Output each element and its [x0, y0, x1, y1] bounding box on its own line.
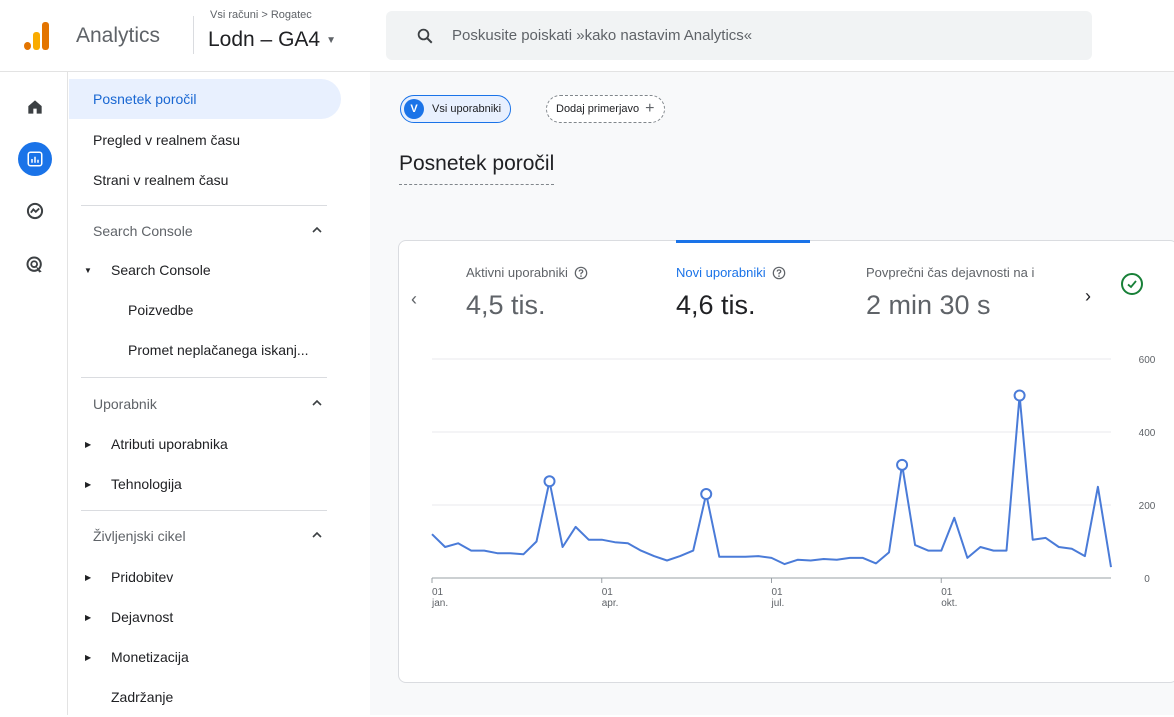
main-content: V Vsi uporabniki Dodaj primerjavo + Posn…: [370, 72, 1174, 715]
x-tick-month: jul.: [771, 598, 785, 609]
search-bar[interactable]: [386, 11, 1092, 60]
series-line-new-users: [431, 394, 1112, 568]
nav-item-reports-snapshot[interactable]: Posnetek poročil: [69, 79, 341, 119]
add-comparison-label: Dodaj primerjavo: [556, 103, 640, 115]
y-tick-label: 600: [1139, 355, 1156, 366]
nav-group-monetization[interactable]: ▶ Monetizacija: [69, 637, 341, 677]
y-tick-label: 0: [1144, 574, 1150, 585]
chip-badge: V: [404, 99, 424, 119]
page-title: Posnetek poročil: [399, 152, 555, 185]
chevron-up-icon: [311, 528, 323, 544]
section-user[interactable]: Uporabnik: [69, 384, 341, 424]
home-icon[interactable]: [20, 92, 50, 122]
advertising-icon[interactable]: [20, 250, 50, 280]
nav-item-organic-search-traffic[interactable]: Promet neplačanega iskanj...: [69, 330, 341, 370]
analytics-logo-icon[interactable]: [22, 18, 52, 50]
caret-right-icon: ▶: [85, 652, 92, 662]
section-search-console[interactable]: Search Console: [69, 211, 341, 251]
data-point-marker: [700, 488, 713, 501]
x-tick-month: apr.: [602, 598, 619, 609]
chevron-up-icon: [311, 396, 323, 412]
reports-icon[interactable]: [18, 142, 52, 176]
x-tick-day: 01: [602, 587, 614, 598]
nav-group-engagement[interactable]: ▶ Dejavnost: [69, 597, 341, 637]
nav-item-queries[interactable]: Poizvedbe: [69, 290, 341, 330]
nav-item-realtime-pages[interactable]: Strani v realnem času: [69, 160, 341, 200]
nav-group-search-console[interactable]: ▼ Search Console: [69, 250, 341, 290]
app-title: Analytics: [76, 24, 161, 47]
x-tick-month: jan.: [431, 598, 448, 609]
plus-icon: +: [645, 100, 655, 117]
comparison-chip-all-users[interactable]: V Vsi uporabniki: [400, 95, 512, 123]
top-bar: Analytics Vsi računi > Rogatec Lodn – GA…: [0, 0, 1174, 72]
x-tick-day: 01: [772, 587, 784, 598]
search-icon: [417, 28, 433, 43]
data-point-marker: [896, 458, 909, 471]
nav-group-acquisition[interactable]: ▶ Pridobitev: [69, 557, 341, 597]
x-tick-day: 01: [941, 587, 953, 598]
header-divider: [193, 16, 194, 54]
sidebar-divider: [81, 377, 327, 378]
nav-item-retention[interactable]: Zadržanje: [69, 677, 341, 717]
nav-group-user-attributes[interactable]: ▶ Atributi uporabnika: [69, 424, 341, 464]
property-selector[interactable]: Lodn – GA4 ▼: [208, 28, 336, 52]
data-point-marker: [1013, 389, 1026, 402]
new-users-line-chart: 020040060001jan.01apr.01jul.01okt.: [431, 355, 1156, 609]
x-tick-month: okt.: [941, 598, 957, 609]
explore-icon[interactable]: [20, 196, 50, 226]
chevron-down-icon: ▼: [326, 34, 336, 46]
chevron-up-icon: [311, 223, 323, 239]
x-tick-day: 01: [432, 587, 444, 598]
caret-right-icon: ▶: [85, 439, 92, 449]
add-comparison-button[interactable]: Dodaj primerjavo +: [546, 95, 665, 123]
reports-sidebar: Posnetek poročil Pregled v realnem času …: [69, 72, 359, 715]
y-tick-label: 200: [1139, 501, 1156, 512]
metrics-card: ‹ Aktivni uporabniki 4,5 tis. Novi upora…: [398, 240, 1174, 683]
chip-label: Vsi uporabniki: [432, 103, 502, 115]
nav-item-realtime-overview[interactable]: Pregled v realnem času: [69, 120, 341, 160]
search-input[interactable]: [452, 27, 1052, 44]
data-point-marker: [543, 475, 556, 488]
caret-down-icon: ▼: [84, 265, 92, 275]
property-name: Lodn – GA4: [208, 28, 321, 51]
account-breadcrumb[interactable]: Vsi računi > Rogatec: [210, 9, 312, 21]
caret-right-icon: ▶: [85, 612, 92, 622]
caret-right-icon: ▶: [85, 572, 92, 582]
caret-right-icon: ▶: [85, 479, 92, 489]
nav-group-technology[interactable]: ▶ Tehnologija: [69, 464, 341, 504]
sidebar-divider: [81, 510, 327, 511]
y-tick-label: 400: [1139, 428, 1156, 439]
section-lifecycle[interactable]: Življenjski cikel: [69, 516, 341, 556]
sidebar-divider: [81, 205, 327, 206]
left-rail: [0, 72, 68, 715]
